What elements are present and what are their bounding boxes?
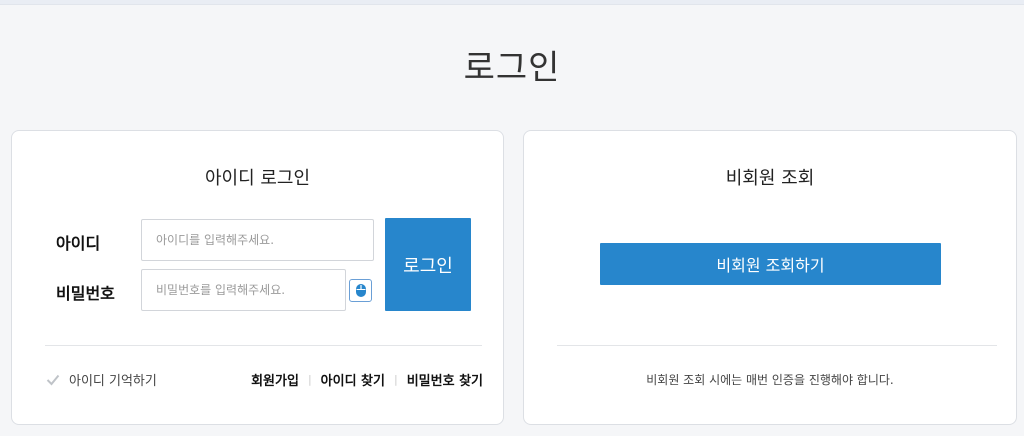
guest-lookup-panel: 비회원 조회 비회원 조회하기 비회원 조회 시에는 매번 인증을 진행해야 합…	[523, 130, 1017, 425]
remember-id-checkbox[interactable]: 아이디 기억하기	[45, 370, 157, 389]
divider	[45, 345, 482, 346]
top-border	[0, 0, 1024, 5]
link-separator: |	[393, 373, 398, 386]
member-login-title: 아이디 로그인	[204, 168, 311, 189]
password-input[interactable]	[141, 269, 346, 311]
checkmark-icon	[45, 372, 61, 388]
password-label: 비밀번호	[56, 284, 115, 303]
signup-link[interactable]: 회원가입	[251, 370, 299, 389]
link-separator: |	[307, 373, 312, 386]
divider	[557, 345, 997, 346]
id-label: 아이디	[56, 234, 101, 253]
account-links: 회원가입 | 아이디 찾기 | 비밀번호 찾기	[251, 370, 483, 389]
id-input[interactable]	[141, 219, 374, 261]
mouse-icon	[355, 284, 366, 297]
page-title: 로그인	[463, 48, 561, 88]
remember-id-label: 아이디 기억하기	[69, 374, 157, 389]
virtual-keyboard-button[interactable]	[349, 279, 372, 302]
member-login-panel: 아이디 로그인 아이디 비밀번호 로그인 아이디 기억하기 회원가입 | 아이디…	[11, 130, 504, 425]
guest-lookup-button[interactable]: 비회원 조회하기	[600, 243, 941, 285]
find-id-link[interactable]: 아이디 찾기	[321, 370, 385, 389]
login-button[interactable]: 로그인	[385, 218, 471, 311]
find-password-link[interactable]: 비밀번호 찾기	[407, 370, 483, 389]
guest-lookup-note: 비회원 조회 시에는 매번 인증을 진행해야 합니다.	[646, 373, 894, 387]
guest-lookup-title: 비회원 조회	[725, 168, 815, 189]
